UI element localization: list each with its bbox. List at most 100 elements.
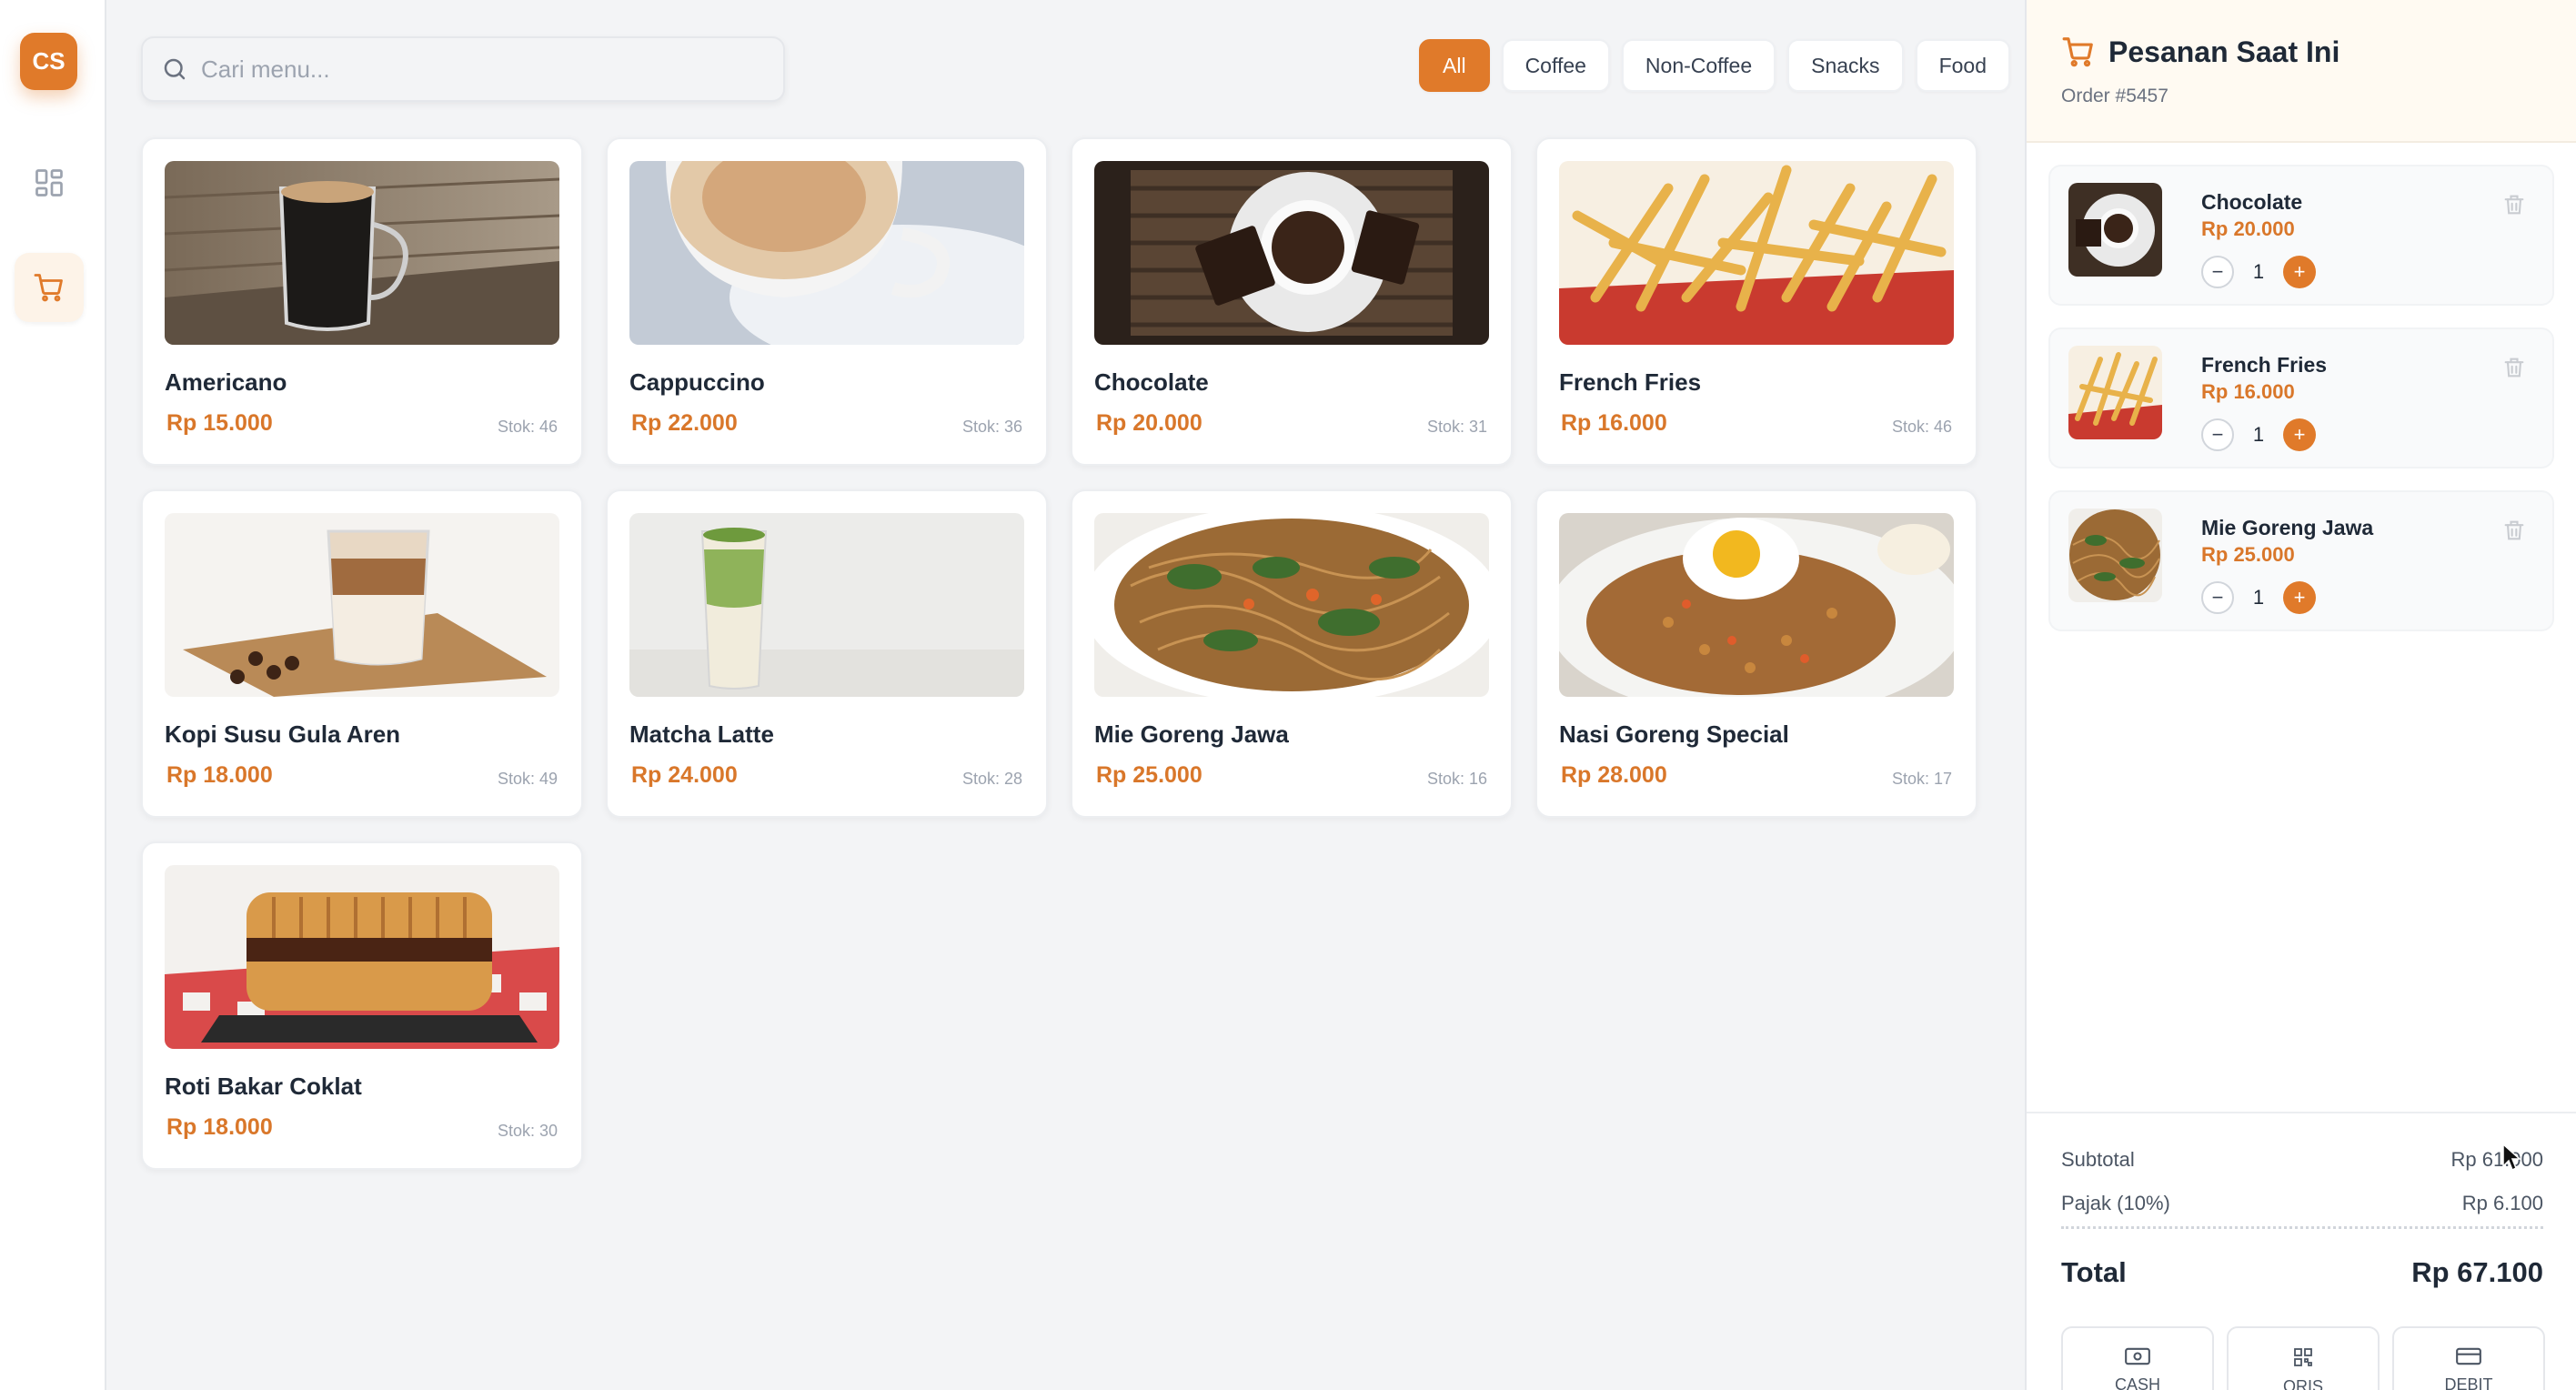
- order-item-image: [2068, 509, 2162, 602]
- order-item: French Fries Rp 16.000 − 1 +: [2048, 327, 2554, 468]
- product-name: Matcha Latte: [629, 720, 774, 748]
- product-price: Rp 18.000: [166, 1114, 273, 1140]
- tax-label: Pajak (10%): [2061, 1192, 2170, 1214]
- product-name: Nasi Goreng Special: [1559, 720, 1789, 748]
- product-stock: Stok: 17: [1891, 770, 1952, 788]
- increase-qty-button[interactable]: +: [2283, 581, 2316, 614]
- product-grid: Americano Rp 15.000 Stok: 46 Cappuccino …: [141, 137, 1977, 1170]
- product-price: Rp 25.000: [1096, 762, 1202, 788]
- quantity-stepper: − 1 +: [2201, 256, 2316, 288]
- avatar[interactable]: CS: [20, 33, 77, 90]
- quantity-stepper: − 1 +: [2201, 418, 2316, 451]
- order-items: Chocolate Rp 20.000 − 1 + French Fries R…: [2027, 143, 2576, 631]
- product-image-americano: [165, 161, 559, 345]
- sidebar: CS: [0, 0, 106, 1390]
- increase-qty-button[interactable]: +: [2283, 256, 2316, 288]
- filter-all[interactable]: All: [1419, 39, 1490, 92]
- product-stock: Stok: 16: [1426, 770, 1487, 788]
- order-summary: Subtotal Rp 61.000 Pajak (10%) Rp 6.100 …: [2027, 1112, 2576, 1390]
- cash-icon: [2125, 1347, 2150, 1365]
- cart-icon: [2062, 37, 2093, 67]
- filter-snacks[interactable]: Snacks: [1787, 39, 1904, 92]
- summary-divider: [2061, 1226, 2543, 1229]
- product-name: Cappuccino: [629, 368, 765, 396]
- category-filters: All Coffee Non-Coffee Snacks Food: [1419, 39, 2010, 92]
- order-item-image: [2068, 346, 2162, 439]
- order-item-name: Chocolate: [2201, 190, 2303, 214]
- decrease-qty-button[interactable]: −: [2201, 256, 2234, 288]
- product-card[interactable]: French Fries Rp 16.000 Stok: 46: [1535, 137, 1977, 466]
- tax-value: Rp 6.100: [2461, 1192, 2543, 1214]
- product-card[interactable]: Mie Goreng Jawa Rp 25.000 Stok: 16: [1071, 489, 1513, 818]
- increase-qty-button[interactable]: +: [2283, 418, 2316, 451]
- filter-food[interactable]: Food: [1915, 39, 2010, 92]
- product-card[interactable]: Matcha Latte Rp 24.000 Stok: 28: [606, 489, 1048, 818]
- order-item-image: [2068, 183, 2162, 277]
- decrease-qty-button[interactable]: −: [2201, 581, 2234, 614]
- trash-icon[interactable]: [2501, 192, 2527, 217]
- trash-icon[interactable]: [2501, 518, 2527, 543]
- pay-cash-button[interactable]: CASH: [2061, 1326, 2214, 1390]
- product-card[interactable]: Americano Rp 15.000 Stok: 46: [141, 137, 583, 466]
- product-name: Americano: [165, 368, 287, 396]
- total-row: Total Rp 67.100: [2061, 1256, 2543, 1289]
- product-price: Rp 16.000: [1561, 410, 1667, 436]
- search-icon: [164, 58, 186, 80]
- product-stock: Stok: 36: [961, 418, 1022, 436]
- trash-icon[interactable]: [2501, 355, 2527, 380]
- product-card[interactable]: Chocolate Rp 20.000 Stok: 31: [1071, 137, 1513, 466]
- credit-card-icon: [2456, 1347, 2481, 1365]
- product-price: Rp 24.000: [631, 762, 738, 788]
- qr-code-icon: [2294, 1348, 2312, 1366]
- product-card[interactable]: Nasi Goreng Special Rp 28.000 Stok: 17: [1535, 489, 1977, 818]
- product-image-chocolate: [1094, 161, 1489, 345]
- subtotal-row: Subtotal Rp 61.000: [2061, 1148, 2543, 1172]
- product-image-cappuccino: [629, 161, 1024, 345]
- order-number: Order #5457: [2061, 86, 2168, 106]
- sidebar-item-pos[interactable]: [15, 253, 84, 322]
- order-item-price: Rp 25.000: [2201, 543, 2295, 566]
- decrease-qty-button[interactable]: −: [2201, 418, 2234, 451]
- product-image-nasi-goreng-special: [1559, 513, 1954, 697]
- filter-non-coffee[interactable]: Non-Coffee: [1621, 39, 1776, 92]
- grid-icon: [35, 169, 63, 196]
- product-stock: Stok: 31: [1426, 418, 1487, 436]
- product-card[interactable]: Kopi Susu Gula Aren Rp 18.000 Stok: 49: [141, 489, 583, 818]
- product-image-kopi-susu-gula-aren: [165, 513, 559, 697]
- product-name: Chocolate: [1094, 368, 1209, 396]
- payment-methods: CASH QRIS DEBIT: [2061, 1326, 2545, 1390]
- order-title-text: Pesanan Saat Ini: [2108, 35, 2340, 68]
- product-image-matcha-latte: [629, 513, 1024, 697]
- sidebar-item-dashboard[interactable]: [15, 148, 84, 217]
- pay-qris-button[interactable]: QRIS: [2227, 1326, 2380, 1390]
- order-item-name: Mie Goreng Jawa: [2201, 516, 2374, 539]
- order-item-name: French Fries: [2201, 353, 2328, 377]
- quantity-value: 1: [2252, 260, 2265, 283]
- search-bar[interactable]: [141, 36, 785, 102]
- order-header: Pesanan Saat Ini Order #5457: [2027, 0, 2576, 143]
- quantity-value: 1: [2252, 423, 2265, 446]
- product-name: Roti Bakar Coklat: [165, 1073, 362, 1100]
- product-image-roti-bakar-coklat: [165, 865, 559, 1049]
- quantity-stepper: − 1 +: [2201, 581, 2316, 614]
- product-name: French Fries: [1559, 368, 1702, 396]
- order-item: Mie Goreng Jawa Rp 25.000 − 1 +: [2048, 490, 2554, 631]
- mouse-cursor-icon: [2502, 1143, 2521, 1172]
- product-card[interactable]: Roti Bakar Coklat Rp 18.000 Stok: 30: [141, 841, 583, 1170]
- product-stock: Stok: 28: [961, 770, 1022, 788]
- search-input[interactable]: [201, 55, 747, 84]
- product-stock: Stok: 49: [497, 770, 558, 788]
- product-stock: Stok: 46: [497, 418, 558, 436]
- total-value: Rp 67.100: [2411, 1256, 2543, 1288]
- product-image-mie-goreng-jawa: [1094, 513, 1489, 697]
- product-card[interactable]: Cappuccino Rp 22.000 Stok: 36: [606, 137, 1048, 466]
- order-item-price: Rp 20.000: [2201, 217, 2295, 240]
- product-price: Rp 15.000: [166, 410, 273, 436]
- tax-row: Pajak (10%) Rp 6.100: [2061, 1192, 2543, 1215]
- order-panel: Pesanan Saat Ini Order #5457 Chocolate R…: [2025, 0, 2576, 1390]
- total-label: Total: [2061, 1256, 2127, 1288]
- subtotal-label: Subtotal: [2061, 1148, 2135, 1171]
- product-price: Rp 20.000: [1096, 410, 1202, 436]
- pay-debit-button[interactable]: DEBIT: [2392, 1326, 2545, 1390]
- filter-coffee[interactable]: Coffee: [1501, 39, 1610, 92]
